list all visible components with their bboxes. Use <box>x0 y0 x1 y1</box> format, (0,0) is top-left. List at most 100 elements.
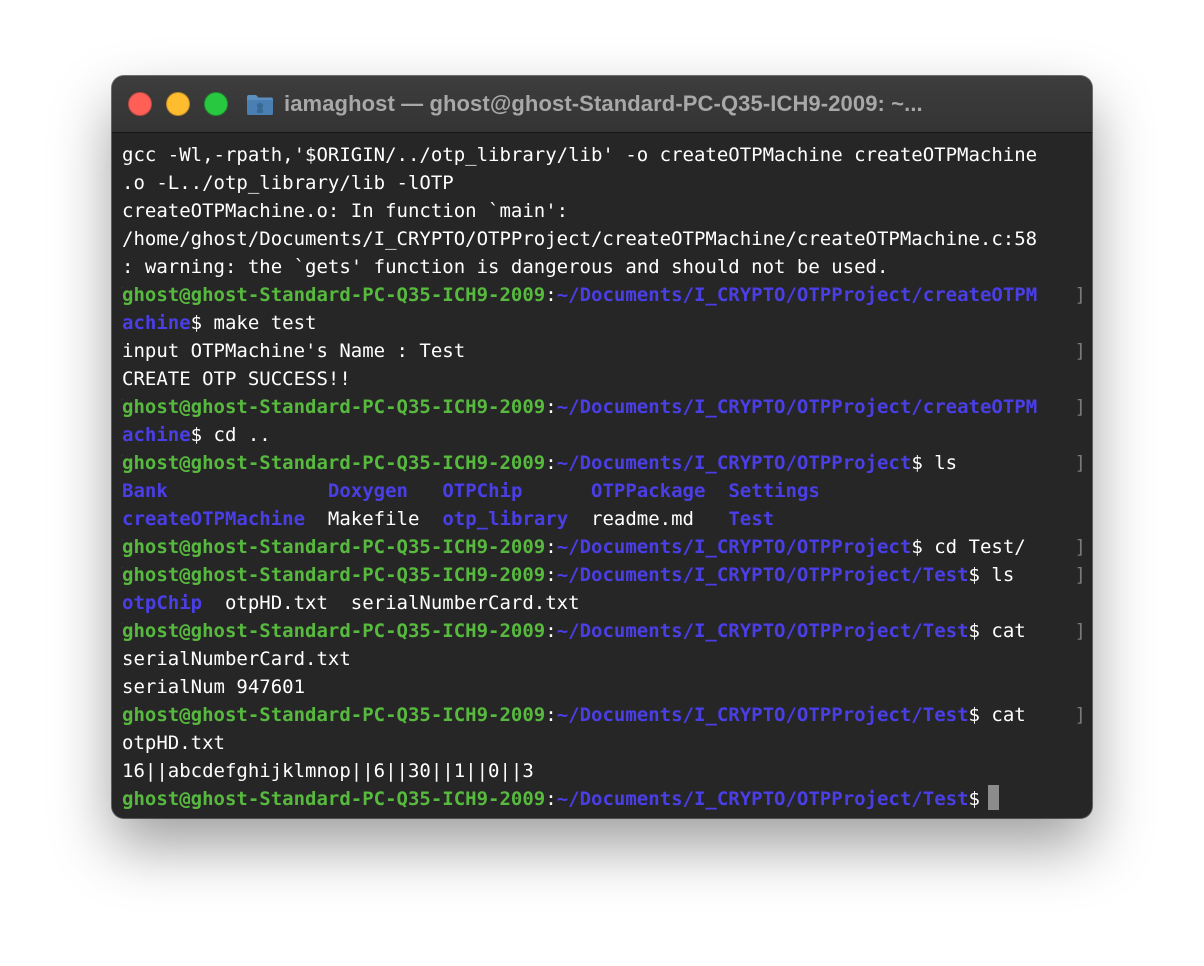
terminal-line: otpHD.txt <box>122 729 1086 757</box>
line-bracket-left: [ <box>122 281 125 309</box>
terminal-text: Test <box>728 508 775 530</box>
terminal-text: achine <box>122 424 191 446</box>
terminal-text: readme.md <box>568 508 729 530</box>
terminal-text: ~/Documents/I_CRYPTO/OTPProject/Test <box>556 788 969 810</box>
terminal-text: $ ls <box>911 452 958 474</box>
terminal-text: createOTPMachine.o: In function `main': <box>122 200 569 222</box>
terminal-text: .o -L../otp_library/lib -lOTP <box>122 172 454 194</box>
terminal-line: otpChip otpHD.txt serialNumberCard.txt <box>122 589 1086 617</box>
line-bracket-right: ] <box>1074 340 1086 362</box>
terminal-text: OTPChip <box>442 480 523 502</box>
terminal-text: : <box>545 284 557 306</box>
terminal-line: createOTPMachine.o: In function `main': <box>122 197 1086 225</box>
traffic-lights <box>128 92 242 116</box>
title-bar[interactable]: iamaghost — ghost@ghost-Standard-PC-Q35-… <box>112 76 1092 133</box>
folder-icon <box>246 92 274 116</box>
line-bracket-left: [ <box>122 393 125 421</box>
terminal-line: [ghost@ghost-Standard-PC-Q35-ICH9-2009:~… <box>122 701 1086 729</box>
terminal-output[interactable]: gcc -Wl,-rpath,'$ORIGIN/../otp_library/l… <box>112 133 1092 818</box>
text-cursor <box>987 785 999 810</box>
line-bracket-left: [ <box>122 561 125 589</box>
terminal-text: ghost@ghost-Standard-PC-Q35-ICH9-2009 <box>122 620 546 642</box>
line-bracket-right: ] <box>1074 620 1086 642</box>
terminal-line: [input OTPMachine's Name : Test] <box>122 337 1086 365</box>
terminal-text: $ cd Test/ <box>911 536 1026 558</box>
terminal-text: serialNum 947601 <box>122 676 306 698</box>
terminal-text: otp_library <box>442 508 569 530</box>
terminal-text: ~/Documents/I_CRYPTO/OTPProject/Test <box>556 704 969 726</box>
line-bracket-right: ] <box>1074 284 1086 306</box>
line-bracket-right: ] <box>1074 536 1086 558</box>
terminal-line: : warning: the `gets' function is danger… <box>122 253 1086 281</box>
terminal-window: iamaghost — ghost@ghost-Standard-PC-Q35-… <box>112 76 1092 818</box>
terminal-line: achine$ make test <box>122 309 1086 337</box>
line-bracket-left: [ <box>122 701 125 729</box>
terminal-text: ~/Documents/I_CRYPTO/OTPProject/Test <box>556 620 969 642</box>
terminal-text: /home/ghost/Documents/I_CRYPTO/OTPProjec… <box>122 228 1038 250</box>
terminal-text: otpChip <box>122 592 203 614</box>
terminal-line: /home/ghost/Documents/I_CRYPTO/OTPProjec… <box>122 225 1086 253</box>
terminal-line: [ghost@ghost-Standard-PC-Q35-ICH9-2009:~… <box>122 561 1086 589</box>
line-bracket-right: ] <box>1074 452 1086 474</box>
terminal-text: $ cd .. <box>190 424 271 446</box>
close-button[interactable] <box>128 92 152 116</box>
terminal-text: : <box>545 452 557 474</box>
terminal-line: achine$ cd .. <box>122 421 1086 449</box>
terminal-text: $ cat <box>968 704 1026 726</box>
terminal-text: input OTPMachine's Name : Test <box>122 340 466 362</box>
terminal-text: $ <box>968 788 980 810</box>
terminal-text: createOTPMachine <box>122 508 306 530</box>
terminal-text: ghost@ghost-Standard-PC-Q35-ICH9-2009 <box>122 396 546 418</box>
line-bracket-left: [ <box>122 337 125 365</box>
terminal-line: serialNumberCard.txt <box>122 645 1086 673</box>
terminal-text: : <box>545 788 557 810</box>
line-bracket-right: ] <box>1074 564 1086 586</box>
terminal-text: : <box>545 620 557 642</box>
window-title: iamaghost — ghost@ghost-Standard-PC-Q35-… <box>284 91 923 116</box>
terminal-text: $ cat <box>968 620 1026 642</box>
terminal-line: gcc -Wl,-rpath,'$ORIGIN/../otp_library/l… <box>122 141 1086 169</box>
terminal-text: ghost@ghost-Standard-PC-Q35-ICH9-2009 <box>122 536 546 558</box>
terminal-line: [ghost@ghost-Standard-PC-Q35-ICH9-2009:~… <box>122 393 1086 421</box>
terminal-line: [ghost@ghost-Standard-PC-Q35-ICH9-2009:~… <box>122 281 1086 309</box>
line-bracket-right: ] <box>1074 704 1086 726</box>
terminal-text: ghost@ghost-Standard-PC-Q35-ICH9-2009 <box>122 284 546 306</box>
terminal-text: ~/Documents/I_CRYPTO/OTPProject/createOT… <box>556 284 1038 306</box>
terminal-text: : <box>545 536 557 558</box>
terminal-text: ghost@ghost-Standard-PC-Q35-ICH9-2009 <box>122 704 546 726</box>
terminal-line: Bank Doxygen OTPChip OTPPackage Settings <box>122 477 1086 505</box>
line-bracket-left: [ <box>122 617 125 645</box>
terminal-text: Settings <box>728 480 820 502</box>
terminal-text: $ ls <box>968 564 1015 586</box>
terminal-text: gcc -Wl,-rpath,'$ORIGIN/../otp_library/l… <box>122 144 1038 166</box>
terminal-text: Bank <box>122 480 328 502</box>
terminal-text: ~/Documents/I_CRYPTO/OTPProject <box>556 536 912 558</box>
terminal-line: [ghost@ghost-Standard-PC-Q35-ICH9-2009:~… <box>122 533 1086 561</box>
terminal-line: [ghost@ghost-Standard-PC-Q35-ICH9-2009:~… <box>122 449 1086 477</box>
terminal-text: ghost@ghost-Standard-PC-Q35-ICH9-2009 <box>122 788 546 810</box>
minimize-button[interactable] <box>166 92 190 116</box>
terminal-text: ~/Documents/I_CRYPTO/OTPProject/Test <box>556 564 969 586</box>
terminal-line: serialNum 947601 <box>122 673 1086 701</box>
line-bracket-right: ] <box>1074 396 1086 418</box>
terminal-text: serialNumberCard.txt <box>122 648 351 670</box>
terminal-text: ~/Documents/I_CRYPTO/OTPProject <box>556 452 912 474</box>
line-bracket-left: [ <box>122 449 125 477</box>
terminal-text: CREATE OTP SUCCESS!! <box>122 368 351 390</box>
terminal-text: otpHD.txt serialNumberCard.txt <box>202 592 580 614</box>
terminal-text: ~/Documents/I_CRYPTO/OTPProject/createOT… <box>556 396 1038 418</box>
zoom-button[interactable] <box>204 92 228 116</box>
terminal-text: OTPPackage <box>591 480 706 502</box>
terminal-text: achine <box>122 312 191 334</box>
terminal-text: ghost@ghost-Standard-PC-Q35-ICH9-2009 <box>122 564 546 586</box>
terminal-text: otpHD.txt <box>122 732 225 754</box>
terminal-line: [ghost@ghost-Standard-PC-Q35-ICH9-2009:~… <box>122 617 1086 645</box>
terminal-text: Makefile <box>305 508 443 530</box>
terminal-line: 16||abcdefghijklmnop||6||30||1||0||3 <box>122 757 1086 785</box>
terminal-text: $ make test <box>190 312 317 334</box>
terminal-text: : <box>545 396 557 418</box>
terminal-line: createOTPMachine Makefile otp_library re… <box>122 505 1086 533</box>
